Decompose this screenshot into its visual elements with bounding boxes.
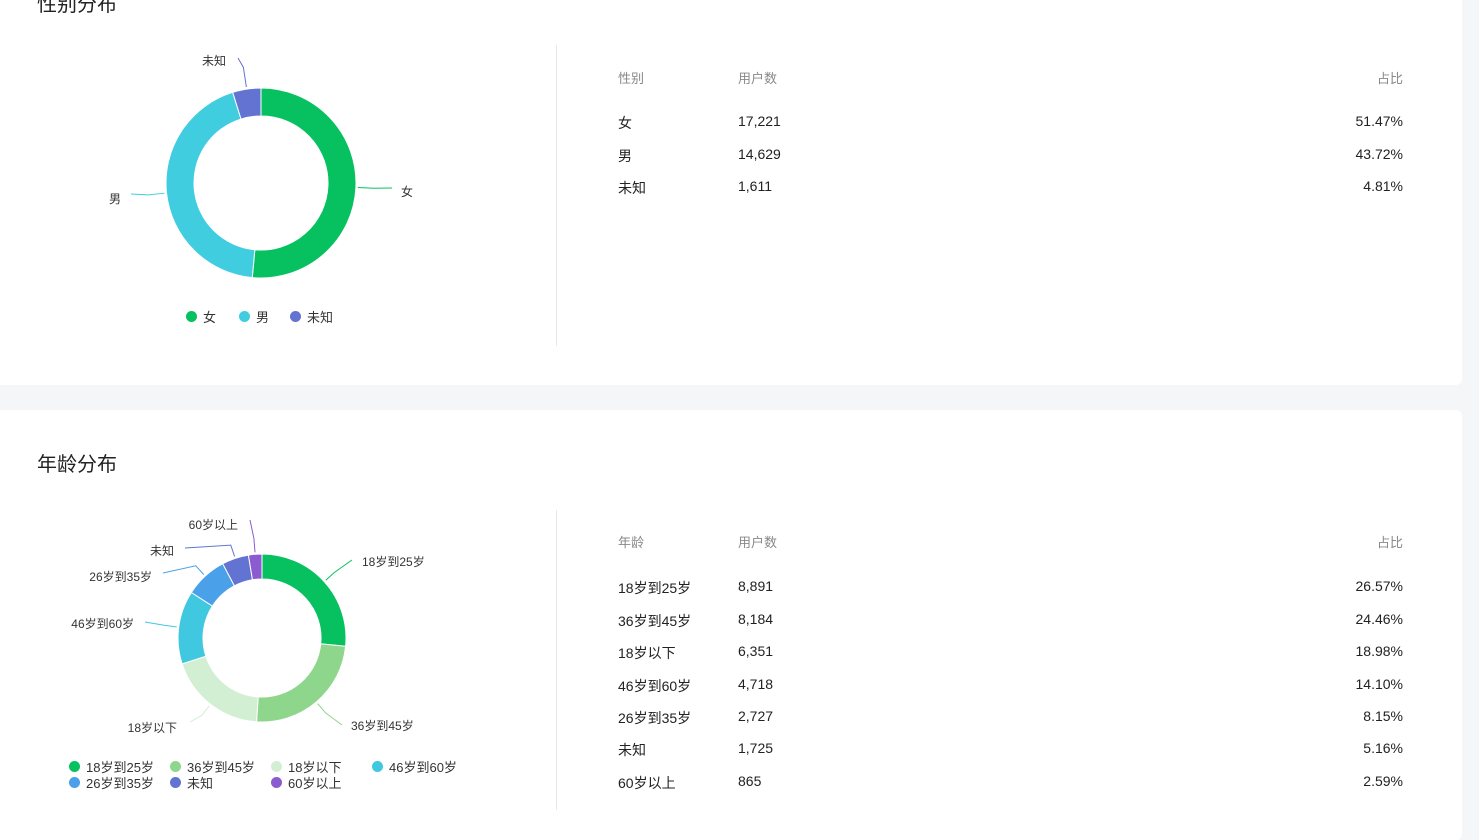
age-slice-label: 60岁以上 xyxy=(189,517,238,532)
gender-slice-label: 男 xyxy=(109,192,121,206)
age-row-label: 18岁以下 xyxy=(618,645,676,661)
gender-leader-line xyxy=(237,57,247,88)
gender-row-pct: 51.47% xyxy=(1355,113,1403,129)
age-row-label: 46岁到60岁 xyxy=(618,678,692,694)
age-row-count: 8,891 xyxy=(738,578,774,594)
age-leader-line xyxy=(144,621,177,628)
legend-dot-icon xyxy=(69,761,80,772)
age-row-pct: 14.10% xyxy=(1355,676,1403,692)
gender-row-label: 未知 xyxy=(618,180,646,196)
legend-dot-icon xyxy=(170,777,181,788)
gender-legend-label: 男 xyxy=(256,310,270,325)
age-legend-label: 46岁到60岁 xyxy=(389,760,457,775)
age-card: 年龄分布 18岁到25岁 36岁到45岁 18岁以下 46岁到60岁 26岁到35岁 未知… xyxy=(0,410,1462,840)
age-row-label: 26岁到35岁 xyxy=(618,710,692,726)
age-row-count: 865 xyxy=(738,773,762,789)
age-row-count: 2,727 xyxy=(738,708,774,724)
gender-slice[interactable] xyxy=(165,91,256,279)
age-legend-item[interactable]: 26岁到35岁 xyxy=(69,773,154,792)
age-slice-label: 18岁到25岁 xyxy=(362,554,425,569)
gender-donut-chart: 女男 未知 xyxy=(109,54,413,279)
age-row-pct: 18.98% xyxy=(1355,643,1403,659)
age-row-count: 4,718 xyxy=(738,676,774,692)
gender-legend-item[interactable]: 男 xyxy=(239,307,269,326)
age-row-pct: 8.15% xyxy=(1363,708,1403,724)
gender-legend-item[interactable]: 女 xyxy=(186,307,216,326)
age-legend-label: 26岁到35岁 xyxy=(86,776,154,791)
gender-card: 性别分布 女男未知 女男未知 性别 用户数 占比 女 17,221 51.47%… xyxy=(0,0,1462,385)
age-row-count: 6,351 xyxy=(738,643,774,659)
legend-dot-icon xyxy=(69,777,80,788)
legend-dot-icon xyxy=(290,311,301,322)
age-header-age: 年龄 xyxy=(618,535,645,550)
age-row-pct: 26.57% xyxy=(1355,578,1403,594)
age-legend-label: 60岁以上 xyxy=(288,776,342,791)
age-slice[interactable] xyxy=(181,655,259,723)
gender-row-count: 14,629 xyxy=(738,146,781,162)
gender-legend-label: 未知 xyxy=(307,310,334,325)
age-leader-line xyxy=(317,703,343,726)
gender-row-pct: 43.72% xyxy=(1355,146,1403,162)
gender-slice-label: 女 xyxy=(401,184,413,199)
age-slice[interactable] xyxy=(261,553,347,647)
gender-slice[interactable] xyxy=(251,87,357,279)
age-leader-line xyxy=(162,565,205,575)
age-slice-label: 18岁以下 xyxy=(128,720,177,735)
age-row-label: 18岁到25岁 xyxy=(618,580,692,596)
age-row-pct: 5.16% xyxy=(1363,740,1403,756)
age-leader-line xyxy=(184,544,236,557)
age-leader-line xyxy=(325,559,353,581)
age-slice-label: 46岁到60岁 xyxy=(71,616,134,631)
legend-dot-icon xyxy=(239,311,250,322)
gender-slice-label: 未知 xyxy=(202,54,226,68)
age-legend-label: 未知 xyxy=(187,776,214,791)
legend-dot-icon xyxy=(271,761,282,772)
age-row-pct: 2.59% xyxy=(1363,773,1403,789)
gender-header-pct: 占比 xyxy=(1376,71,1403,86)
gender-legend-label: 女 xyxy=(203,310,217,325)
age-leader-line xyxy=(189,705,210,723)
age-slice[interactable] xyxy=(256,643,347,723)
age-header-pct: 占比 xyxy=(1376,535,1403,550)
age-legend-item[interactable]: 未知 xyxy=(170,773,213,792)
age-divider xyxy=(556,510,557,810)
age-legend-item[interactable]: 46岁到60岁 xyxy=(372,757,457,776)
gender-header-gender: 性别 xyxy=(618,71,645,86)
legend-dot-icon xyxy=(186,311,197,322)
age-slice-label: 26岁到35岁 xyxy=(89,569,152,584)
age-slice-label: 36岁到45岁 xyxy=(351,718,414,733)
age-legend-item[interactable]: 60岁以上 xyxy=(271,773,341,792)
age-row-count: 1,725 xyxy=(738,740,774,756)
gender-row-label: 男 xyxy=(618,148,632,164)
gender-legend-item[interactable]: 未知 xyxy=(290,307,333,326)
gender-leader-line xyxy=(130,192,165,196)
gender-divider xyxy=(556,45,557,346)
age-leader-line xyxy=(249,519,256,553)
gender-header-count: 用户数 xyxy=(738,71,778,86)
age-row-count: 8,184 xyxy=(738,611,774,627)
gender-row-label: 女 xyxy=(618,115,632,131)
gender-row-count: 17,221 xyxy=(738,113,781,129)
age-row-label: 未知 xyxy=(618,742,646,758)
legend-dot-icon xyxy=(372,761,383,772)
age-header-count: 用户数 xyxy=(738,535,778,550)
age-row-label: 60岁以上 xyxy=(618,775,676,791)
gender-row-pct: 4.81% xyxy=(1363,178,1403,194)
age-row-pct: 24.46% xyxy=(1355,611,1403,627)
gender-leader-line xyxy=(357,186,393,189)
gender-row-count: 1,611 xyxy=(738,178,772,194)
legend-dot-icon xyxy=(271,777,282,788)
age-slice-label: 未知 xyxy=(150,544,174,558)
age-row-label: 36岁到45岁 xyxy=(618,613,692,629)
legend-dot-icon xyxy=(170,761,181,772)
